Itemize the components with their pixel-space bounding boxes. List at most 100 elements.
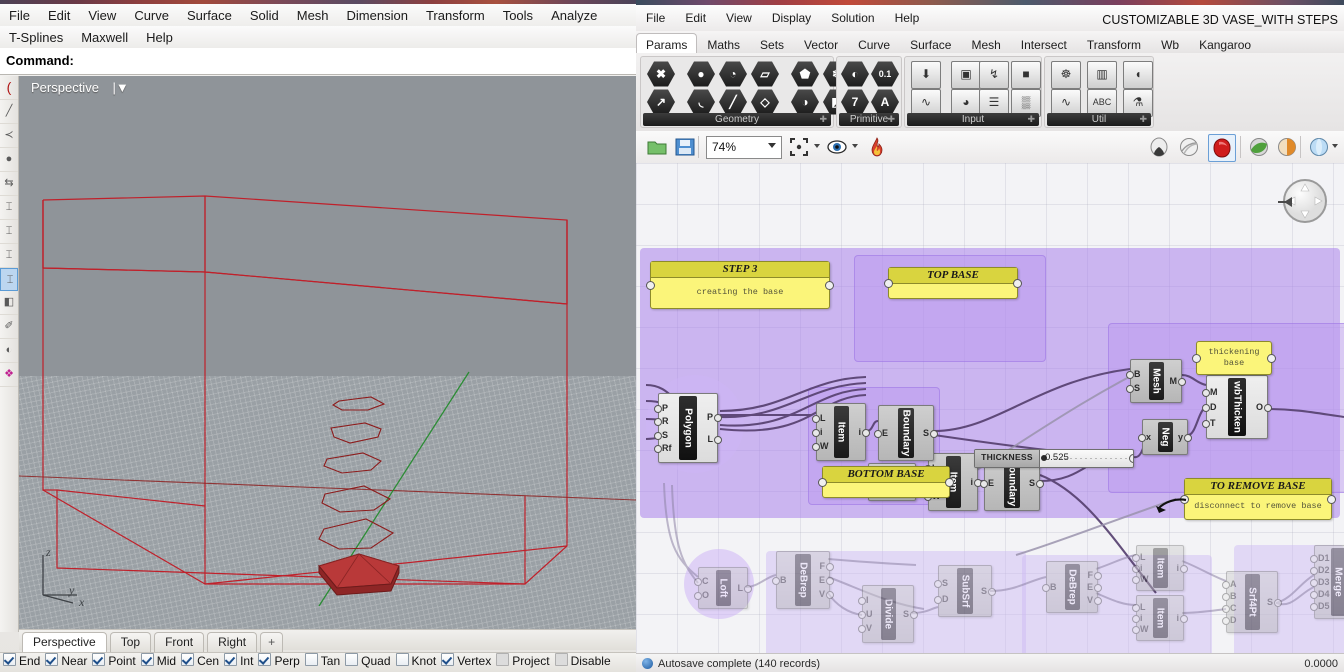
osnap-checkbox-tan[interactable]: [304, 653, 318, 666]
node-item-lower-1-input-nub-w[interactable]: [1132, 576, 1140, 584]
label-step3-nub-right[interactable]: [825, 281, 834, 290]
rhino-menu-t-splines[interactable]: T-Splines: [0, 26, 72, 48]
node-item-bottombase-output-nub-i[interactable]: [862, 429, 870, 437]
node-item-lower-2-input-nub-w[interactable]: [1132, 626, 1140, 634]
osnap-quad[interactable]: Quad: [345, 653, 391, 668]
transform-tool-icon[interactable]: ⌶: [0, 268, 18, 291]
node-loft-output-nub-l[interactable]: [744, 585, 752, 593]
dimension-tool-icon[interactable]: ✐: [0, 315, 18, 339]
node-debrep-1[interactable]: DeBrep B F E V: [772, 551, 834, 609]
node-divide-input-nub-i[interactable]: [858, 597, 866, 605]
slider-thickness-output-nub[interactable]: [1129, 454, 1133, 463]
legend-icon[interactable]: ▥: [1087, 61, 1117, 89]
save-file-icon[interactable]: [674, 136, 696, 158]
rhino-menu-file[interactable]: File: [0, 4, 39, 26]
node-boundary-bottombase-input-nub-e[interactable]: [874, 430, 882, 438]
rhino-menu-solid[interactable]: Solid: [241, 4, 288, 26]
draw-fancy-icon[interactable]: [1276, 136, 1298, 158]
canvas-view-widget[interactable]: [1278, 175, 1330, 227]
gh-menu-file[interactable]: File: [636, 5, 675, 30]
node-polygon-output-nub-p[interactable]: [714, 413, 722, 422]
node-merge-input-nub-d5[interactable]: [1310, 603, 1318, 611]
zoom-extents-icon[interactable]: [788, 136, 810, 158]
mesh-tool-icon[interactable]: ◧: [0, 291, 18, 315]
sketch-chevron-icon[interactable]: [1332, 144, 1338, 148]
ribbon-expand-icon[interactable]: ✚: [1139, 113, 1147, 126]
label-to-remove-base[interactable]: TO REMOVE BASE disconnect to remove base: [1180, 478, 1336, 520]
number-slider-icon[interactable]: ⬇: [911, 61, 941, 89]
label-step3[interactable]: STEP 3 creating the base: [646, 261, 834, 309]
ribbon-expand-icon[interactable]: ✚: [887, 113, 895, 126]
rhino-menu-transform[interactable]: Transform: [417, 4, 494, 26]
gh-menu-solution[interactable]: Solution: [821, 5, 884, 30]
data-tree-icon[interactable]: ☸: [1051, 61, 1081, 89]
node-polygon-input-nub-s[interactable]: [654, 431, 662, 440]
rhino-left-toolbar[interactable]: (╱ ≺ ● ⇆ ⌶ ⌶ ⌶ ⌶ ◧ ✐ ◐ ❖: [0, 76, 19, 632]
node-divide-output-nub-s[interactable]: [910, 611, 918, 619]
node-debrep-1-output-nub-v[interactable]: [826, 591, 834, 599]
ribbon-caption-primitive[interactable]: Primitive ✚: [839, 113, 899, 126]
rhino-menu-view[interactable]: View: [79, 4, 125, 26]
draw-icons-icon[interactable]: [1248, 136, 1270, 158]
node-srf4pt-input-nub-b[interactable]: [1222, 593, 1230, 601]
slider-thickness[interactable]: THICKNESS0.525: [974, 449, 1134, 468]
brep-param-icon[interactable]: ⬟: [791, 61, 819, 87]
viewport-menu-chevron-icon[interactable]: |▼: [113, 80, 129, 95]
node-divide-input-nub-v[interactable]: [858, 625, 866, 633]
zoom-level-combo[interactable]: 74%: [706, 136, 782, 159]
rhino-menu-tools[interactable]: Tools: [494, 4, 542, 26]
gh-menu-view[interactable]: View: [716, 5, 762, 30]
node-merge-input-nub-d2[interactable]: [1310, 567, 1318, 575]
rhino-menu-help[interactable]: Help: [137, 26, 182, 48]
osnap-vertex[interactable]: Vertex: [441, 653, 491, 668]
extrude-tool-icon[interactable]: ⌶: [0, 196, 18, 220]
solid-tool-icon[interactable]: ⌶: [0, 220, 18, 244]
osnap-end[interactable]: End: [3, 653, 40, 668]
osnap-point[interactable]: Point: [92, 653, 136, 668]
node-polygon[interactable]: Polygon P R S Rf P L: [654, 393, 722, 463]
arc-tool-icon[interactable]: ⇆: [0, 172, 18, 196]
viewport-tab-right[interactable]: Right: [207, 632, 258, 652]
osnap-cen[interactable]: Cen: [181, 653, 219, 668]
preview-eye-icon[interactable]: [826, 136, 848, 158]
label-to-remove-base-nub-right[interactable]: [1327, 495, 1336, 504]
curve-tool-icon[interactable]: (: [0, 76, 18, 100]
ribbon-expand-icon[interactable]: ✚: [819, 113, 827, 126]
number-param-icon[interactable]: 0.1: [871, 61, 899, 87]
node-boundary-topbase-output-nub-s[interactable]: [1036, 480, 1044, 488]
osnap-tan[interactable]: Tan: [304, 653, 340, 668]
node-mesh-input-nub-s[interactable]: [1126, 385, 1134, 393]
rhino-menu-mesh[interactable]: Mesh: [288, 4, 338, 26]
ribbon-caption-util[interactable]: Util ✚: [1047, 113, 1151, 126]
osnap-disable[interactable]: Disable: [554, 653, 611, 668]
label-top-base-nub-left[interactable]: [884, 279, 893, 288]
node-merge-input-nub-d1[interactable]: [1310, 555, 1318, 563]
ribbon-caption-geometry[interactable]: Geometry ✚: [643, 113, 831, 126]
surface-param-icon[interactable]: ▱: [751, 61, 779, 87]
open-file-icon[interactable]: [646, 136, 668, 158]
node-polygon-input-nub-p[interactable]: [654, 404, 662, 413]
gh-menu-display[interactable]: Display: [762, 5, 821, 30]
rhino-menubar-row2[interactable]: T-Splines Maxwell Help: [0, 26, 636, 49]
node-debrep-1-output-nub-e[interactable]: [826, 577, 834, 585]
node-neg[interactable]: Neg x y: [1138, 419, 1192, 455]
viewport-tab-bar[interactable]: Perspective Top Front Right +: [19, 629, 636, 652]
grasshopper-canvas[interactable]: ✖ PolygonPRSRfPLRevLLItemLiWiBoundaryESI…: [636, 163, 1344, 653]
label-top-base-nub-right[interactable]: [1013, 279, 1022, 288]
surface-tool-icon[interactable]: ⌶: [0, 244, 18, 268]
bake-icon[interactable]: [866, 136, 888, 158]
osnap-mid[interactable]: Mid: [140, 653, 176, 668]
render-tool-icon[interactable]: ◐: [0, 339, 18, 363]
node-mesh-input-nub-b[interactable]: [1126, 371, 1134, 379]
node-polygon-input-nub-r[interactable]: [654, 418, 662, 427]
node-boundary-bottombase[interactable]: Boundary E S: [874, 405, 938, 461]
label-thickening-base-nub-left[interactable]: [1192, 354, 1201, 363]
chevron-down-icon[interactable]: [768, 143, 776, 148]
node-subsrf-input-nub-s[interactable]: [934, 579, 942, 588]
node-item-bottombase[interactable]: Item Li Wi: [812, 403, 870, 461]
tsplines-tool-icon[interactable]: ❖: [0, 363, 18, 387]
polyline-tool-icon[interactable]: ≺: [0, 124, 18, 148]
node-merge[interactable]: Merge D1 D2 D3 D4 D5: [1310, 545, 1344, 619]
osnap-project[interactable]: Project: [496, 653, 550, 668]
viewport-tab-front[interactable]: Front: [154, 632, 205, 652]
